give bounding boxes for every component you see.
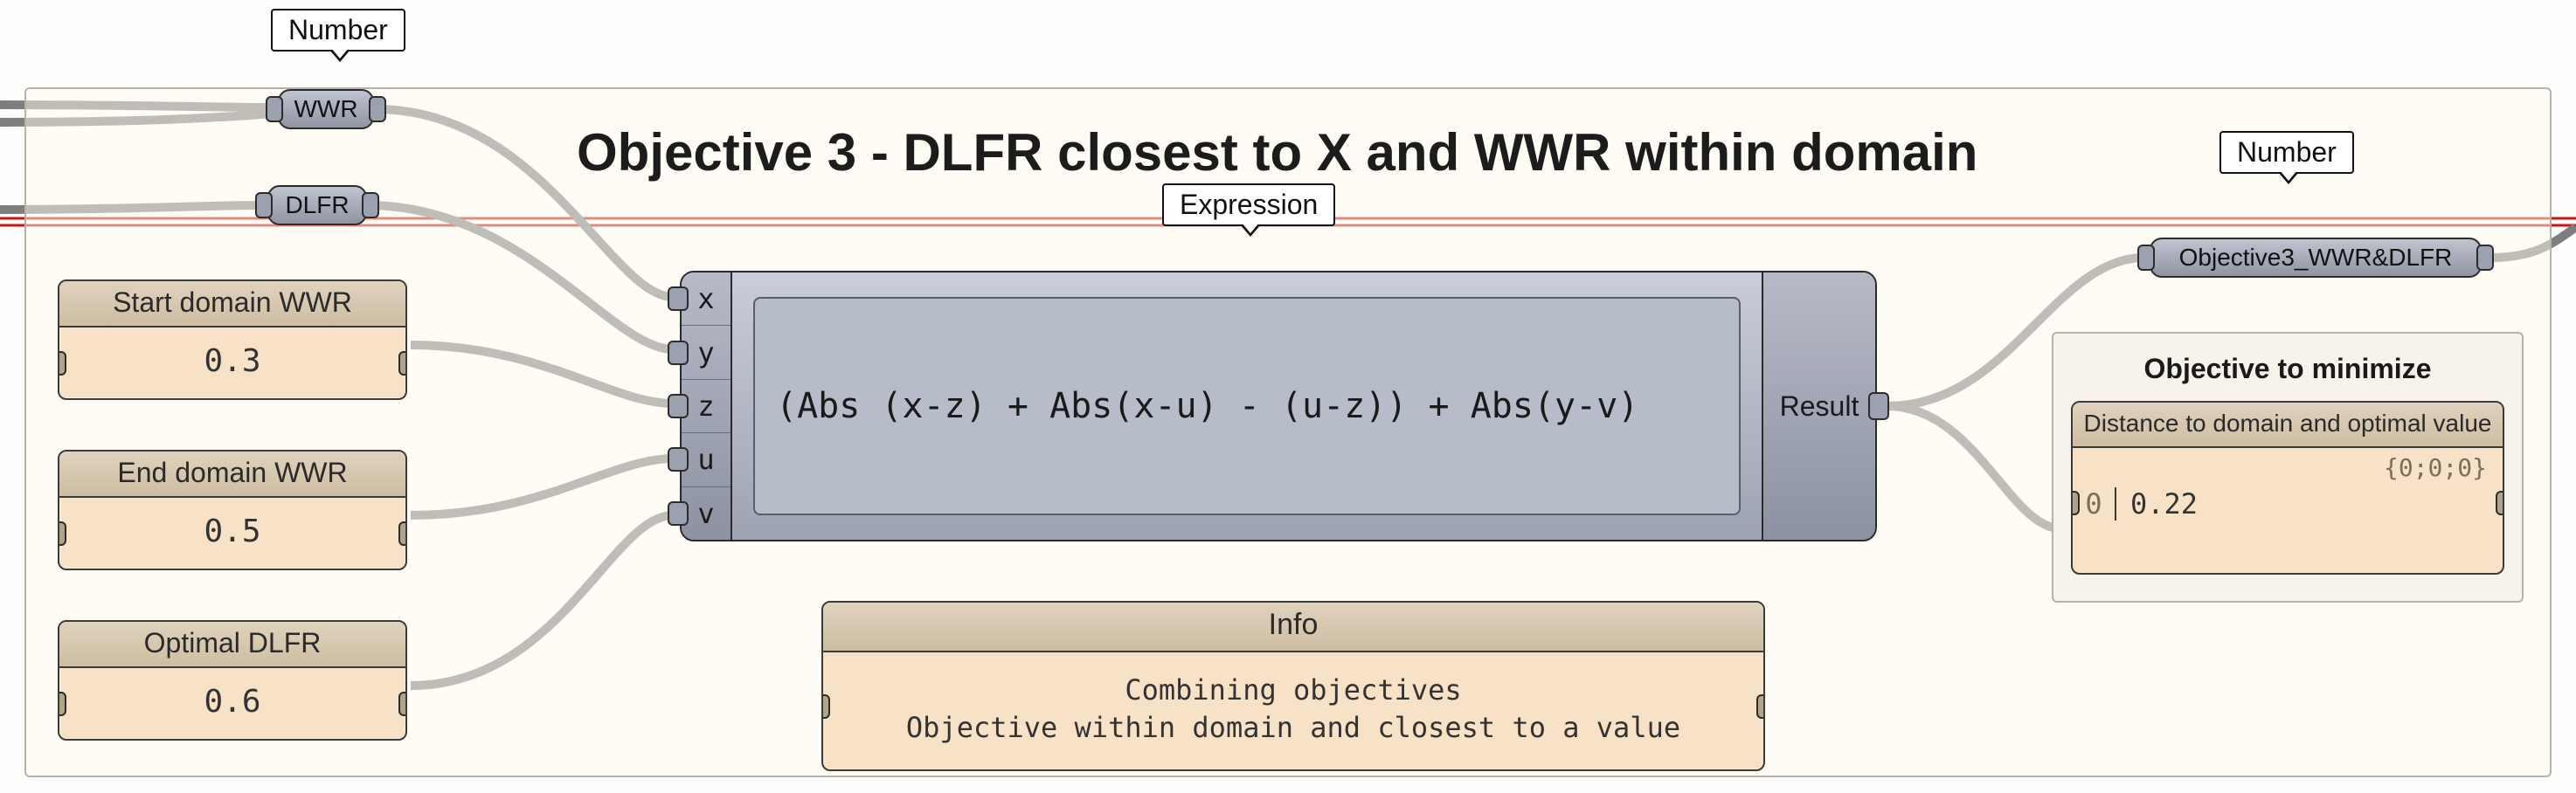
data-branch-label: {0;0;0}	[2073, 448, 2503, 482]
port-in-icon	[2071, 491, 2080, 515]
port-in-icon	[58, 692, 66, 716]
visual-programming-canvas[interactable]: Objective 3 - DLFR closest to X and WWR …	[0, 0, 2576, 793]
port-in-icon	[58, 351, 66, 376]
port-out-icon	[2496, 491, 2504, 515]
input-port-u[interactable]: u	[682, 433, 731, 486]
panel-title: Optimal DLFR	[59, 622, 405, 668]
port-out-icon	[398, 521, 407, 546]
expression-formula[interactable]: (Abs (x-z) + Abs(x-u) - (u-z)) + Abs(y-v…	[753, 297, 1741, 515]
port-out-icon	[398, 351, 407, 376]
input-grip-icon	[266, 96, 283, 122]
panel-optimal-dlfr[interactable]: Optimal DLFR 0.6	[58, 620, 407, 741]
panel-title: End domain WWR	[59, 452, 405, 498]
panel-title: Info	[823, 603, 1763, 652]
tag-expression: Expression	[1162, 183, 1335, 226]
input-port-v[interactable]: v	[682, 487, 731, 540]
output-grip-icon	[2476, 245, 2494, 271]
input-port-y[interactable]: y	[682, 326, 731, 379]
param-objective3[interactable]: Objective3_WWR&DLFR	[2150, 238, 2482, 278]
row-value: 0.22	[2116, 487, 2198, 521]
expression-inputs: x y z u v	[682, 272, 732, 540]
panel-title: Distance to domain and optimal value	[2073, 403, 2503, 448]
param-label: Objective3_WWR&DLFR	[2179, 244, 2453, 272]
panel-end-domain-wwr[interactable]: End domain WWR 0.5	[58, 450, 407, 570]
expression-component[interactable]: x y z u v (Abs (x-z) + Abs(x-u) - (u-z))…	[680, 271, 1877, 541]
param-wwr[interactable]: WWR	[278, 89, 374, 129]
input-grip-icon	[255, 192, 273, 218]
input-grip-icon	[2137, 245, 2155, 271]
panel-distance-to-domain[interactable]: Distance to domain and optimal value {0;…	[2071, 401, 2504, 575]
port-in-icon	[821, 694, 830, 719]
output-grip-icon	[369, 96, 386, 122]
panel-title: Start domain WWR	[59, 281, 405, 328]
param-label: DLFR	[285, 191, 349, 219]
objective-title: Objective to minimize	[2071, 353, 2504, 385]
panel-info[interactable]: Info Combining objectives Objective with…	[821, 601, 1765, 771]
expression-body: (Abs (x-z) + Abs(x-u) - (u-z)) + Abs(y-v…	[732, 272, 1762, 540]
param-dlfr[interactable]: DLFR	[267, 185, 367, 225]
tag-number-right: Number	[2219, 131, 2354, 174]
input-port-x[interactable]: x	[682, 272, 731, 326]
panel-value: 0.6	[59, 668, 405, 739]
panel-value: 0.3	[59, 328, 405, 398]
input-port-z[interactable]: z	[682, 380, 731, 433]
data-row: 0 0.22	[2073, 482, 2503, 573]
tag-number-left: Number	[271, 9, 405, 52]
panel-value: 0.5	[59, 498, 405, 569]
port-in-icon	[58, 521, 66, 546]
objective-to-minimize-group: Objective to minimize Distance to domain…	[2052, 332, 2524, 603]
param-label: WWR	[294, 95, 357, 123]
panel-body: Combining objectives Objective within do…	[823, 652, 1763, 769]
expression-output[interactable]: Result	[1762, 272, 1875, 540]
port-out-icon	[398, 692, 407, 716]
port-out-icon	[1756, 694, 1765, 719]
output-grip-icon	[362, 192, 379, 218]
panel-start-domain-wwr[interactable]: Start domain WWR 0.3	[58, 279, 407, 400]
group-title: Objective 3 - DLFR closest to X and WWR …	[577, 122, 1977, 183]
